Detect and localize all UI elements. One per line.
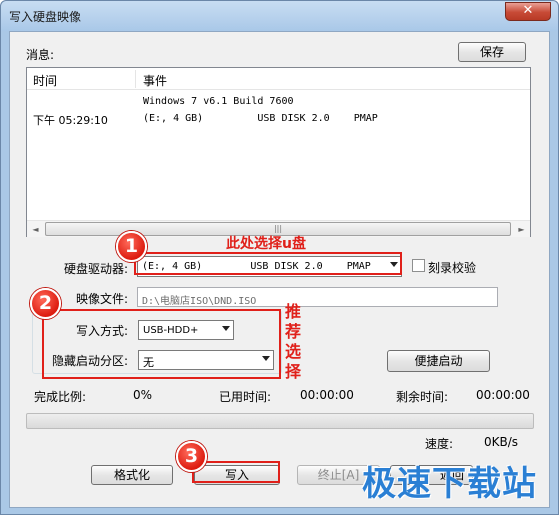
remaining-label: 剩余时间: xyxy=(396,390,449,404)
recommend-char: 选 xyxy=(285,342,302,361)
close-button[interactable]: ✕ xyxy=(505,2,551,21)
row-event: (E:, 4 GB) USB DISK 2.0 PMAP xyxy=(143,113,378,124)
progress-bar xyxy=(26,413,534,429)
window-title: 写入硬盘映像 xyxy=(9,10,82,24)
save-button[interactable]: 保存 xyxy=(458,42,526,62)
recommend-char: 推 xyxy=(285,302,302,321)
close-icon: ✕ xyxy=(522,3,534,18)
elapsed-label: 已用时间: xyxy=(219,390,272,404)
watermark-text: 极速下载站 xyxy=(362,464,537,504)
step-badge-2: 2 xyxy=(30,288,61,319)
remaining-value: 00:00:00 xyxy=(476,388,530,402)
drive-label: 硬盘驱动器: xyxy=(64,262,129,276)
select-udisk-annotation: 此处选择u盘 xyxy=(226,236,306,252)
scroll-right-icon[interactable]: ► xyxy=(513,221,530,238)
step-badge-3: 3 xyxy=(176,441,207,472)
elapsed-value: 00:00:00 xyxy=(300,388,354,402)
verify-label: 刻录校验 xyxy=(428,261,477,275)
column-divider xyxy=(135,70,136,88)
messages-label: 消息: xyxy=(26,48,55,62)
quick-boot-button[interactable]: 便捷启动 xyxy=(387,350,490,372)
list-header: 时间 事件 xyxy=(27,68,530,90)
complete-value: 0% xyxy=(133,388,153,402)
recommend-char: 荐 xyxy=(285,322,302,341)
row-event: Windows 7 v6.1 Build 7600 xyxy=(143,96,294,107)
options-highlight-box xyxy=(42,309,281,379)
speed-label: 速度: xyxy=(425,437,454,451)
write-highlight-box xyxy=(192,461,280,483)
format-button[interactable]: 格式化 xyxy=(91,465,173,485)
complete-label: 完成比例: xyxy=(34,390,87,404)
drive-highlight-box xyxy=(134,252,402,275)
speed-value: 0KB/s xyxy=(484,435,519,449)
image-file-label: 映像文件: xyxy=(76,292,129,306)
verify-checkbox[interactable] xyxy=(412,259,425,272)
title-bar[interactable]: 写入硬盘映像 ✕ xyxy=(1,1,558,31)
scroll-left-icon[interactable]: ◄ xyxy=(27,221,44,238)
column-time[interactable]: 时间 xyxy=(33,72,57,89)
image-file-input[interactable]: D:\电脑店ISO\DND.ISO xyxy=(137,287,498,307)
column-event[interactable]: 事件 xyxy=(143,72,167,89)
row-time: 下午 05:29:10 xyxy=(33,114,108,127)
step-badge-1: 1 xyxy=(116,231,147,262)
recommend-annotation: 推 荐 选 择 xyxy=(285,302,303,382)
recommend-char: 择 xyxy=(285,362,302,381)
message-list[interactable]: 时间 事件 Windows 7 v6.1 Build 7600 下午 05:29… xyxy=(26,67,531,237)
